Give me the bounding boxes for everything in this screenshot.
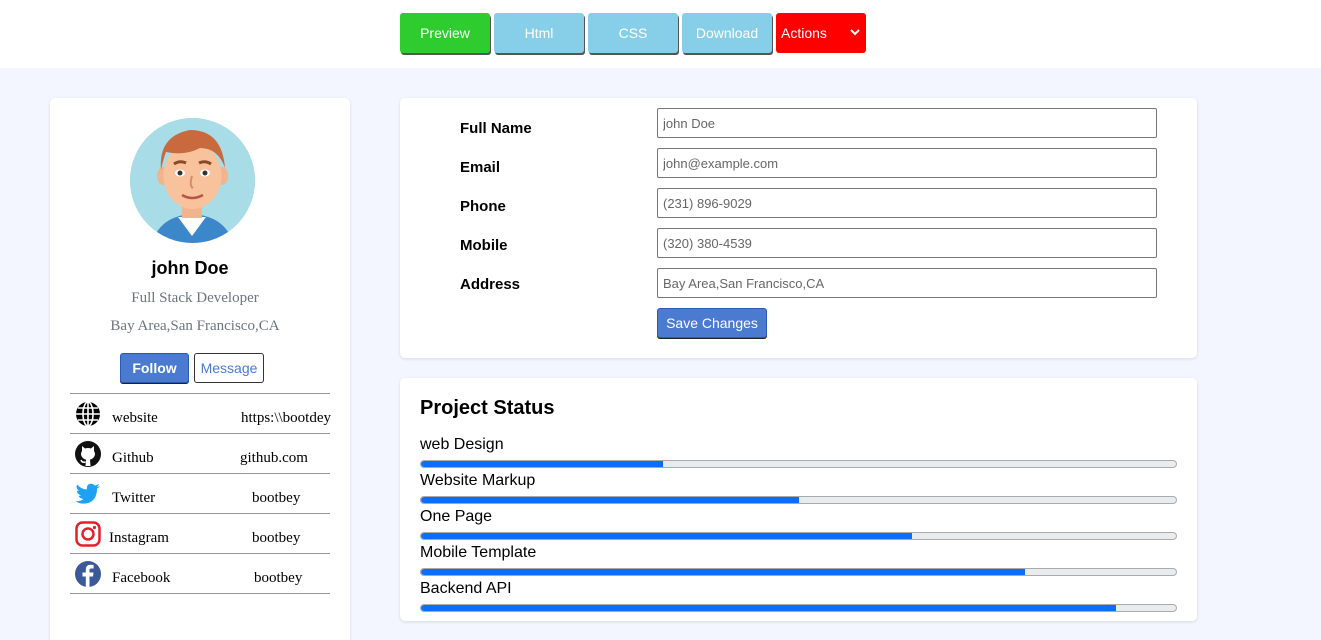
project-label: web Design <box>420 436 504 453</box>
chevron-down-icon <box>850 27 860 39</box>
save-changes-button[interactable]: Save Changes <box>657 308 767 338</box>
social-row-instagram[interactable]: Instagram bootbey <box>70 514 330 554</box>
progress-fill <box>421 605 1116 611</box>
actions-dropdown[interactable]: Actions <box>776 13 866 53</box>
profile-location: Bay Area,San Francisco,CA <box>110 318 280 334</box>
social-value: bootbey <box>254 570 303 586</box>
social-label: Twitter <box>112 490 156 506</box>
email-label: Email <box>460 159 501 176</box>
preview-button[interactable]: Preview <box>400 13 490 53</box>
phone-input[interactable] <box>657 188 1157 218</box>
social-label: website <box>112 410 158 426</box>
progress-bar <box>420 568 1177 576</box>
facebook-icon <box>74 560 102 588</box>
project-label: Website Markup <box>420 472 536 489</box>
address-input[interactable] <box>657 268 1157 298</box>
progress-bar <box>420 604 1177 612</box>
profile-role: Full Stack Developer <box>131 290 259 306</box>
social-row-github[interactable]: Github github.com <box>70 434 330 474</box>
profile-form-card: Full Name Email Phone Mobile Address Sav… <box>400 98 1197 358</box>
follow-button[interactable]: Follow <box>120 353 189 383</box>
avatar <box>130 118 255 243</box>
progress-bar <box>420 496 1177 504</box>
social-value: bootbey <box>252 530 301 546</box>
message-button[interactable]: Message <box>194 353 264 383</box>
phone-label: Phone <box>460 198 506 215</box>
mobile-label: Mobile <box>460 237 508 254</box>
social-label: Github <box>112 450 154 466</box>
social-value: github.com <box>240 450 308 466</box>
top-toolbar: Preview Html CSS Download Actions <box>0 0 1321 68</box>
actions-label: Actions <box>781 25 827 41</box>
social-label: Instagram <box>109 530 169 546</box>
email-input[interactable] <box>657 148 1157 178</box>
main-area: john Doe Full Stack Developer Bay Area,S… <box>0 68 1321 640</box>
globe-icon <box>74 400 102 428</box>
social-links-list: website https:\\bootdey Github github.co… <box>70 393 331 594</box>
progress-fill <box>421 533 912 539</box>
download-button[interactable]: Download <box>682 13 772 53</box>
progress-fill <box>421 497 799 503</box>
project-status-card: Project Status web Design Website Markup… <box>400 378 1197 621</box>
css-button[interactable]: CSS <box>588 13 678 53</box>
mobile-input[interactable] <box>657 228 1157 258</box>
github-icon <box>74 440 102 468</box>
project-label: Mobile Template <box>420 544 537 561</box>
project-label: One Page <box>420 508 493 525</box>
twitter-icon <box>74 480 102 508</box>
profile-card: john Doe Full Stack Developer Bay Area,S… <box>50 98 350 640</box>
profile-name: john Doe <box>151 258 229 278</box>
social-row-facebook[interactable]: Facebook bootbey <box>70 554 330 594</box>
full-name-input[interactable] <box>657 108 1157 138</box>
instagram-icon <box>74 520 102 548</box>
social-row-twitter[interactable]: Twitter bootbey <box>70 474 330 514</box>
social-row-website[interactable]: website https:\\bootdey <box>70 394 331 434</box>
address-label: Address <box>460 276 521 293</box>
social-value: bootbey <box>252 490 301 506</box>
project-label: Backend API <box>420 580 512 597</box>
progress-bar <box>420 460 1177 468</box>
progress-bar <box>420 532 1177 540</box>
full-name-label: Full Name <box>460 120 532 137</box>
progress-fill <box>421 569 1025 575</box>
html-button[interactable]: Html <box>494 13 584 53</box>
social-label: Facebook <box>112 570 171 586</box>
social-value: https:\\bootdey <box>241 410 331 426</box>
progress-fill <box>421 461 663 467</box>
project-status-title: Project Status <box>420 397 555 419</box>
